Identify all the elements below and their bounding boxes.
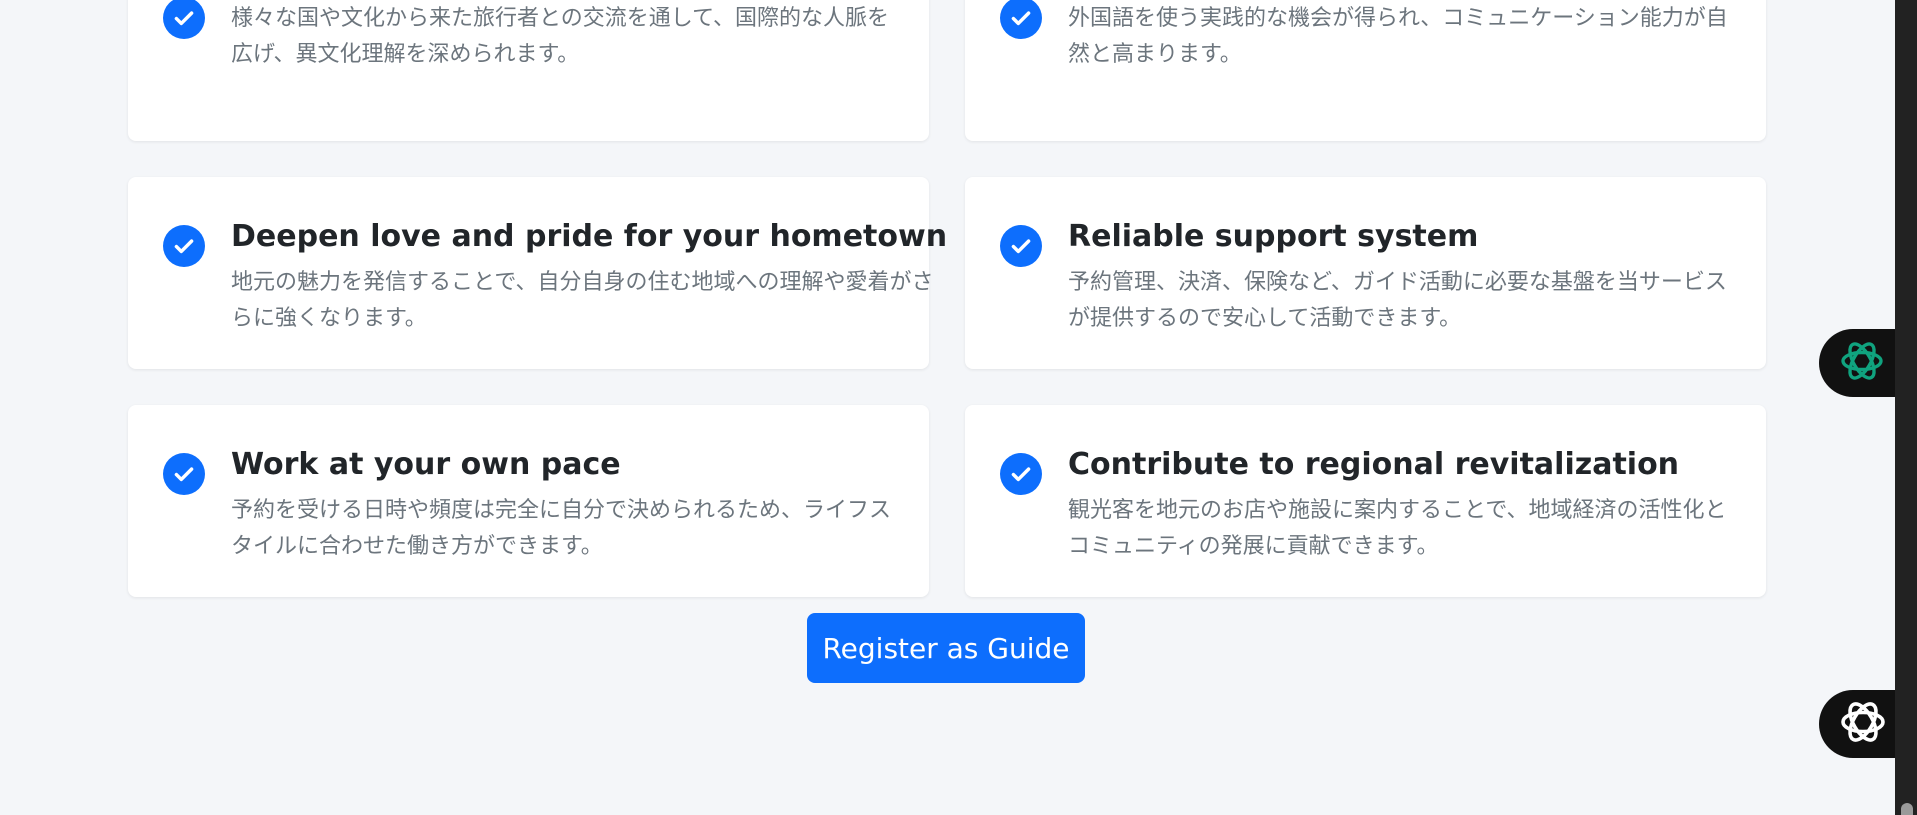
- check-circle-icon: [163, 0, 205, 39]
- benefit-description: 観光客を地元のお店や施設に案内することで、地域経済の活性化とコミュニティの発展に…: [1068, 498, 1727, 559]
- benefit-card-body: Deepen love and pride for your hometown …: [231, 219, 947, 337]
- chatgpt-icon: [1837, 336, 1887, 390]
- openai-icon: [1837, 696, 1889, 752]
- benefit-description: 外国語を使う実践的な機会が得られ、コミュニケーション能力が自然と高まります。: [1068, 6, 1728, 67]
- benefit-title: Work at your own pace: [231, 447, 621, 482]
- scrollbar-thumb[interactable]: [1901, 803, 1913, 815]
- benefit-card-body: 様々な国や文化から来た旅行者との交流を通して、国際的な人脈を広げ、異文化理解を深…: [231, 0, 893, 73]
- benefit-card: Work at your own pace 予約を受ける日時や頻度は完全に自分で…: [128, 405, 929, 597]
- benefit-title: Deepen love and pride for your hometown: [231, 219, 948, 254]
- chatgpt-assistant-button[interactable]: [1819, 329, 1901, 397]
- benefit-card-body: Reliable support system 予約管理、決済、保険など、ガイド…: [1068, 219, 1730, 337]
- benefit-card: 様々な国や文化から来た旅行者との交流を通して、国際的な人脈を広げ、異文化理解を深…: [128, 0, 929, 141]
- benefit-card: Deepen love and pride for your hometown …: [128, 177, 947, 369]
- benefit-description: 予約管理、決済、保険など、ガイド活動に必要な基盤を当サービスが提供するので安心し…: [1068, 270, 1727, 331]
- check-circle-icon: [1000, 225, 1042, 267]
- benefit-card-body: Contribute to regional revitalization 観光…: [1068, 447, 1730, 565]
- benefit-card: Contribute to regional revitalization 観光…: [965, 405, 1766, 597]
- page: 様々な国や文化から来た旅行者との交流を通して、国際的な人脈を広げ、異文化理解を深…: [0, 0, 1895, 815]
- benefit-description: 地元の魅力を発信することで、自分自身の住む地域への理解や愛着がさらに強くなります…: [231, 270, 934, 331]
- benefit-description: 様々な国や文化から来た旅行者との交流を通して、国際的な人脈を広げ、異文化理解を深…: [231, 6, 890, 67]
- benefit-card: 外国語を使う実践的な機会が得られ、コミュニケーション能力が自然と高まります。: [965, 0, 1766, 141]
- benefit-title: Reliable support system: [1068, 219, 1479, 254]
- benefit-card-body: Work at your own pace 予約を受ける日時や頻度は完全に自分で…: [231, 447, 893, 565]
- openai-assistant-button[interactable]: [1819, 690, 1901, 758]
- check-circle-icon: [163, 225, 205, 267]
- benefit-description: 予約を受ける日時や頻度は完全に自分で決められるため、ライフスタイルに合わせた働き…: [231, 498, 892, 559]
- benefit-card: Reliable support system 予約管理、決済、保険など、ガイド…: [965, 177, 1766, 369]
- benefit-title: Contribute to regional revitalization: [1068, 447, 1680, 482]
- benefit-card-body: 外国語を使う実践的な機会が得られ、コミュニケーション能力が自然と高まります。: [1068, 0, 1730, 73]
- check-circle-icon: [1000, 453, 1042, 495]
- check-circle-icon: [163, 453, 205, 495]
- vertical-scrollbar[interactable]: [1895, 0, 1917, 815]
- register-as-guide-button[interactable]: Register as Guide: [807, 613, 1085, 683]
- benefits-grid: 様々な国や文化から来た旅行者との交流を通して、国際的な人脈を広げ、異文化理解を深…: [128, 0, 1766, 597]
- check-circle-icon: [1000, 0, 1042, 39]
